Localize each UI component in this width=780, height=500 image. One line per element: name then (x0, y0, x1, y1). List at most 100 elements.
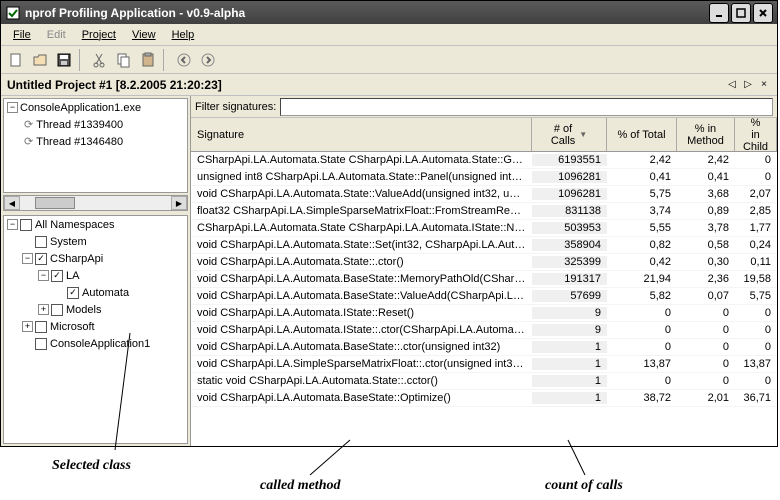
ns-root[interactable]: All Namespaces (35, 219, 114, 231)
namespace-tree[interactable]: − All Namespaces System − ✓ CSharpApi − … (3, 215, 188, 444)
cell-calls: 57699 (532, 290, 607, 302)
collapse-icon[interactable]: − (38, 270, 49, 281)
new-icon[interactable] (5, 49, 27, 71)
close-button[interactable] (753, 3, 773, 23)
tree-hscroll[interactable]: ◀ ▶ (3, 195, 188, 211)
tree-thread[interactable]: Thread #1346480 (36, 136, 123, 148)
open-icon[interactable] (29, 49, 51, 71)
expand-icon[interactable]: + (38, 304, 49, 315)
menu-view[interactable]: View (124, 27, 164, 43)
col-child[interactable]: % in Child (735, 118, 777, 151)
cell-signature: void CSharpApi.LA.Automata.BaseState::Va… (191, 290, 532, 302)
ns-la[interactable]: LA (66, 270, 79, 282)
grid-body[interactable]: CSharpApi.LA.Automata.State CSharpApi.LA… (191, 152, 777, 446)
cell-signature: void CSharpApi.LA.Automata.State::.ctor(… (191, 256, 532, 268)
filter-bar: Filter signatures: (191, 96, 777, 118)
checkbox[interactable] (51, 304, 63, 316)
paste-icon[interactable] (137, 49, 159, 71)
cell-child: 19,58 (735, 273, 777, 285)
table-row[interactable]: void CSharpApi.LA.Automata.State::ValueA… (191, 186, 777, 203)
menu-help[interactable]: Help (164, 27, 203, 43)
cell-method: 3,78 (677, 222, 735, 234)
menu-project[interactable]: Project (74, 27, 124, 43)
scroll-right-icon[interactable]: ▶ (171, 196, 187, 210)
table-row[interactable]: void CSharpApi.LA.Automata.BaseState::Op… (191, 390, 777, 407)
cell-signature: static void CSharpApi.LA.Automata.State:… (191, 375, 532, 387)
collapse-icon[interactable]: − (22, 253, 33, 264)
table-row[interactable]: CSharpApi.LA.Automata.State CSharpApi.LA… (191, 152, 777, 169)
checkbox[interactable] (20, 219, 32, 231)
cell-child: 0,24 (735, 239, 777, 251)
cut-icon[interactable] (89, 49, 111, 71)
table-row[interactable]: void CSharpApi.LA.Automata.State::.ctor(… (191, 254, 777, 271)
table-row[interactable]: float32 CSharpApi.LA.SimpleSparseMatrixF… (191, 203, 777, 220)
table-row[interactable]: void CSharpApi.LA.SimpleSparseMatrixFloa… (191, 356, 777, 373)
scroll-left-icon[interactable]: ◀ (4, 196, 20, 210)
table-row[interactable]: void CSharpApi.LA.Automata.BaseState::Va… (191, 288, 777, 305)
cell-method: 2,42 (677, 154, 735, 166)
checkbox-checked[interactable]: ✓ (35, 253, 47, 265)
scroll-thumb[interactable] (35, 197, 75, 209)
next-view-icon[interactable]: ▷ (741, 78, 755, 92)
maximize-button[interactable] (731, 3, 751, 23)
checkbox[interactable] (35, 321, 47, 333)
ns-csharpapi[interactable]: CSharpApi (50, 253, 103, 265)
col-method[interactable]: % in Method (677, 118, 735, 151)
menu-edit: Edit (39, 27, 74, 43)
expand-icon[interactable]: + (22, 321, 33, 332)
cell-method: 0 (677, 375, 735, 387)
col-signature[interactable]: Signature (191, 118, 532, 151)
copy-icon[interactable] (113, 49, 135, 71)
table-row[interactable]: void CSharpApi.LA.Automata.BaseState::.c… (191, 339, 777, 356)
cell-total: 5,75 (607, 188, 677, 200)
collapse-icon[interactable]: − (7, 102, 18, 113)
checkbox[interactable] (35, 338, 47, 350)
cell-method: 0 (677, 307, 735, 319)
col-total[interactable]: % of Total (607, 118, 677, 151)
table-row[interactable]: void CSharpApi.LA.Automata.State::Set(in… (191, 237, 777, 254)
table-row[interactable]: void CSharpApi.LA.Automata.BaseState::Me… (191, 271, 777, 288)
ns-consoleapp[interactable]: ConsoleApplication1 (50, 338, 150, 350)
checkbox[interactable] (35, 236, 47, 248)
cell-child: 2,07 (735, 188, 777, 200)
cell-child: 13,87 (735, 358, 777, 370)
table-row[interactable]: static void CSharpApi.LA.Automata.State:… (191, 373, 777, 390)
collapse-icon[interactable]: − (7, 219, 18, 230)
tree-root[interactable]: ConsoleApplication1.exe (20, 102, 141, 114)
ns-microsoft[interactable]: Microsoft (50, 321, 95, 333)
cell-method: 0,07 (677, 290, 735, 302)
ns-models[interactable]: Models (66, 304, 101, 316)
table-row[interactable]: void CSharpApi.LA.Automata.IState::.ctor… (191, 322, 777, 339)
cell-signature: void CSharpApi.LA.Automata.BaseState::.c… (191, 341, 532, 353)
prev-view-icon[interactable]: ◁ (725, 78, 739, 92)
tree-thread[interactable]: Thread #1339400 (36, 119, 123, 131)
cell-total: 5,55 (607, 222, 677, 234)
cell-signature: float32 CSharpApi.LA.SimpleSparseMatrixF… (191, 205, 532, 217)
cell-child: 0 (735, 324, 777, 336)
ns-automata[interactable]: Automata (82, 287, 129, 299)
minimize-button[interactable] (709, 3, 729, 23)
menu-bar: File Edit Project View Help (1, 24, 777, 46)
col-calls[interactable]: # of Calls▼ (532, 118, 607, 151)
threads-tree[interactable]: − ConsoleApplication1.exe ⟳ Thread #1339… (3, 98, 188, 193)
cell-signature: void CSharpApi.LA.Automata.BaseState::Op… (191, 392, 532, 404)
menu-file[interactable]: File (5, 27, 39, 43)
table-row[interactable]: unsigned int8 CSharpApi.LA.Automata.Stat… (191, 169, 777, 186)
filter-input[interactable] (280, 98, 773, 116)
cell-child: 36,71 (735, 392, 777, 404)
checkbox-checked[interactable]: ✓ (67, 287, 79, 299)
close-tab-icon[interactable]: × (757, 78, 771, 92)
cell-total: 0,41 (607, 171, 677, 183)
table-row[interactable]: void CSharpApi.LA.Automata.IState::Reset… (191, 305, 777, 322)
window-title: nprof Profiling Application - v0.9-alpha (25, 6, 709, 20)
forward-icon[interactable] (197, 49, 219, 71)
cell-method: 0,30 (677, 256, 735, 268)
ns-system[interactable]: System (50, 236, 87, 248)
table-row[interactable]: CSharpApi.LA.Automata.State CSharpApi.LA… (191, 220, 777, 237)
save-icon[interactable] (53, 49, 75, 71)
cell-child: 1,77 (735, 222, 777, 234)
cell-method: 0,58 (677, 239, 735, 251)
project-title: Untitled Project #1 [8.2.2005 21:20:23] (7, 78, 222, 92)
checkbox-checked[interactable]: ✓ (51, 270, 63, 282)
back-icon[interactable] (173, 49, 195, 71)
